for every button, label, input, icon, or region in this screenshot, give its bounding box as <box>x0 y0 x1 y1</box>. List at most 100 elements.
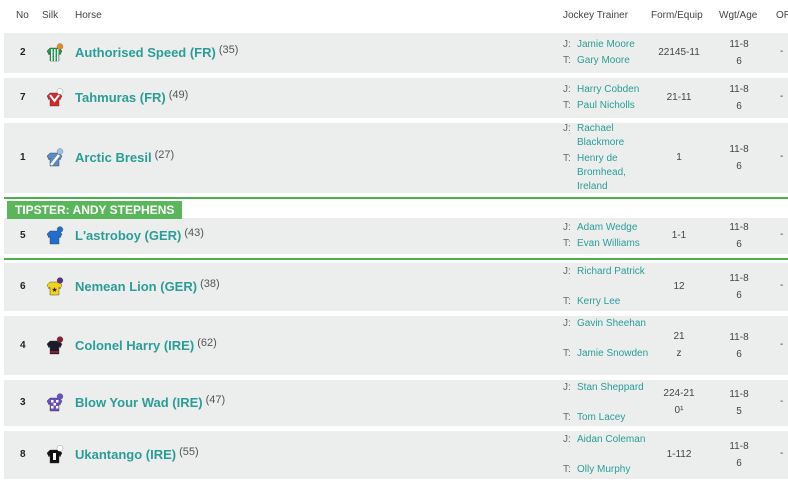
horse-name[interactable]: Nemean Lion (GER) <box>75 279 197 294</box>
official-rating: - <box>780 229 784 240</box>
col-jockey-trainer[interactable]: Jockey Trainer <box>563 10 628 21</box>
horse-name-link[interactable]: Ukantango (IRE) (55) <box>75 446 199 462</box>
jockey-name[interactable]: Rachael Blackmore <box>577 122 649 150</box>
jockey-label: J: <box>563 84 571 95</box>
age: 6 <box>736 458 742 469</box>
silk-icon <box>44 335 64 356</box>
age: 6 <box>736 348 742 360</box>
weight-age: 11-8 6 <box>719 219 759 253</box>
weight-age: 11-8 6 <box>719 141 759 175</box>
runner-number: 4 <box>20 339 26 351</box>
equipment: z <box>676 347 682 359</box>
official-rating: - <box>780 46 784 57</box>
horse-name[interactable]: Authorised Speed (FR) <box>75 45 216 60</box>
jockey-name[interactable]: Stan Sheppard <box>577 381 649 395</box>
trainer-label: T: <box>563 296 571 307</box>
form-figures: 224-21 <box>663 388 695 399</box>
runner-number: 8 <box>20 449 26 460</box>
jockey-label: J: <box>563 434 571 445</box>
runner-number: 5 <box>20 230 26 241</box>
form-figures: 1 <box>676 152 682 163</box>
form-figures: 12 <box>673 281 685 292</box>
horse-name[interactable]: Blow Your Wad (IRE) <box>75 395 203 410</box>
trainer-name[interactable]: Paul Nicholls <box>577 99 649 113</box>
runner-row[interactable]: 6 ★ Nemean Lion (GER) (38) J: Richard Patrick… <box>4 263 788 311</box>
jockey-label: J: <box>563 123 571 134</box>
jockey-name[interactable]: Gavin Sheehan <box>577 317 649 331</box>
trainer-name[interactable]: Evan Williams <box>577 237 649 251</box>
trainer-name[interactable]: Gary Moore <box>577 54 649 68</box>
form-figures: 21 <box>673 330 685 342</box>
horse-name[interactable]: Arctic Bresil <box>75 150 152 165</box>
runner-row[interactable]: 8 Ukantango (IRE) (55) J: Aidan Coleman T: Oll… <box>4 431 788 479</box>
jockey-name[interactable]: Harry Cobden <box>577 83 649 97</box>
horse-name[interactable]: Ukantango (IRE) <box>75 447 176 462</box>
days-since-run: (35) <box>218 44 239 56</box>
jockey-label: J: <box>563 382 571 393</box>
days-since-run: (47) <box>205 394 226 406</box>
trainer-name[interactable]: Olly Murphy <box>577 463 649 477</box>
runner-row[interactable]: 4 Colonel Harry (IRE) (62) J: Gavin Sheehan T… <box>4 316 788 375</box>
trainer-label: T: <box>563 464 571 475</box>
jockey-name[interactable]: Adam Wedge <box>577 221 649 235</box>
horse-name-link[interactable]: Nemean Lion (GER) (38) <box>75 278 220 294</box>
weight-age: 11-8 5 <box>719 386 759 420</box>
horse-name-link[interactable]: Blow Your Wad (IRE) (47) <box>75 394 225 410</box>
jockey-name[interactable]: Aidan Coleman <box>577 433 649 447</box>
silk-icon <box>44 88 64 108</box>
trainer-name[interactable]: Jamie Snowden <box>577 347 649 361</box>
jockey-label: J: <box>563 39 571 50</box>
horse-name-link[interactable]: Authorised Speed (FR) (35) <box>75 44 238 60</box>
form-equip: 12 <box>644 280 714 294</box>
days-since-run: (49) <box>168 89 189 101</box>
form-figures: 22145-11 <box>658 47 700 58</box>
runner-row[interactable]: 3 Blow Your Wad (IRE) (47) J: Stan Sheppard T… <box>4 380 788 426</box>
age: 5 <box>736 406 742 417</box>
weight: 11-8 <box>729 144 749 155</box>
svg-text:★: ★ <box>51 286 57 294</box>
jockey-name[interactable]: Jamie Moore <box>577 38 649 52</box>
form-equip: 224-21 0¹ <box>644 387 714 418</box>
runner-number: 6 <box>20 281 26 292</box>
horse-name[interactable]: L'astroboy (GER) <box>75 228 181 243</box>
weight-age: 11-8 6 <box>719 329 759 363</box>
weight: 11-8 <box>729 389 749 400</box>
form-figures: 21-11 <box>666 92 692 103</box>
official-rating: - <box>780 448 784 459</box>
trainer-name[interactable]: Henry de Bromhead, Ireland <box>577 152 649 194</box>
horse-name[interactable]: Tahmuras (FR) <box>75 90 166 105</box>
col-form[interactable]: Form/Equip <box>651 10 703 21</box>
horse-name-link[interactable]: Arctic Bresil (27) <box>75 149 174 165</box>
tipster-divider-top <box>4 197 788 199</box>
trainer-name[interactable]: Tom Lacey <box>577 411 649 425</box>
weight: 11-8 <box>729 273 749 284</box>
age: 6 <box>736 101 742 112</box>
form-equip: 21 z <box>644 330 714 361</box>
form-equip: 1-112 <box>644 448 714 462</box>
weight-age: 11-8 6 <box>719 438 759 472</box>
silk-icon <box>44 445 64 465</box>
horse-name-link[interactable]: L'astroboy (GER) (43) <box>75 227 204 243</box>
runner-row[interactable]: 5 L'astroboy (GER) (43) J: Adam Wedge T: Evan … <box>4 218 788 254</box>
horse-name[interactable]: Colonel Harry (IRE) <box>75 338 194 353</box>
age: 6 <box>736 290 742 301</box>
col-wgt[interactable]: Wgt/Age <box>719 10 757 21</box>
official-rating: - <box>780 396 784 407</box>
jockey-name[interactable]: Richard Patrick <box>577 265 649 279</box>
trainer-name[interactable]: Kerry Lee <box>577 295 649 309</box>
official-rating: - <box>780 280 784 291</box>
runner-row[interactable]: 7 Tahmuras (FR) (49) J: Harry Cobden T: Paul N… <box>4 78 788 118</box>
weight-age: 11-8 6 <box>719 270 759 304</box>
form-equip: 21-11 <box>644 91 714 105</box>
horse-name-link[interactable]: Tahmuras (FR) (49) <box>75 89 188 105</box>
col-silk: Silk <box>42 10 59 21</box>
runner-row[interactable]: 1 Arctic Bresil (27) J: Rachael Blackmore T: H… <box>4 123 788 193</box>
weight-age: 11-8 6 <box>719 81 759 115</box>
col-or[interactable]: OR <box>776 10 788 21</box>
col-horse[interactable]: Horse <box>75 10 102 21</box>
form-figures: 1-112 <box>666 449 692 460</box>
runner-row[interactable]: 2 Authorised Speed (FR) (35) J: Jamie Moore T… <box>4 33 788 73</box>
trainer-label: T: <box>563 153 571 164</box>
horse-name-link[interactable]: Colonel Harry (IRE) (62) <box>75 337 217 353</box>
trainer-label: T: <box>563 348 571 359</box>
